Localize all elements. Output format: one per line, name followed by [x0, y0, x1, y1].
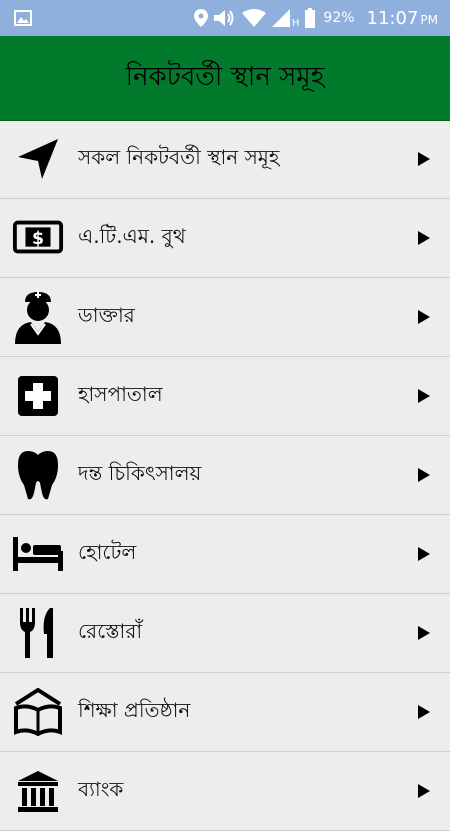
- chevron-right-icon: [418, 626, 430, 640]
- page-title: নিকটবর্তী স্থান সমূহ: [125, 62, 325, 92]
- list-item-education[interactable]: শিক্ষা প্রতিষ্ঠান: [0, 673, 450, 752]
- list-item-label: ডাক্তার: [78, 302, 135, 327]
- chevron-right-icon: [418, 547, 430, 561]
- list-item-doctor[interactable]: ডাক্তার: [0, 278, 450, 357]
- svg-text:$: $: [32, 229, 44, 249]
- status-indicators: H 92% 11:07 PM: [188, 0, 438, 36]
- app-bar: নিকটবর্তী স্থান সমূহ: [0, 36, 450, 121]
- volume-icon: [213, 9, 236, 27]
- hospital-cross-icon: [12, 366, 64, 426]
- list-item-label: রেস্তোরাঁ: [78, 618, 143, 643]
- cell-signal-icon: [271, 9, 290, 27]
- list-item-all-nearby[interactable]: সকল নিকটবর্তী স্থান সমূহ: [0, 120, 450, 199]
- list-item-restaurant[interactable]: রেস্তোরাঁ: [0, 594, 450, 673]
- chevron-right-icon: [418, 310, 430, 324]
- bank-icon: [12, 761, 64, 821]
- clock-ampm: PM: [420, 12, 438, 27]
- list-item-label: এ.টি.এম. বুথ: [78, 223, 186, 248]
- list-item-bank[interactable]: ব্যাংক: [0, 752, 450, 831]
- fork-knife-icon: [12, 603, 64, 663]
- tooth-icon: [12, 445, 64, 505]
- battery-icon: [305, 8, 316, 28]
- list-item-label: সকল নিকটবর্তী স্থান সমূহ: [78, 144, 280, 169]
- list-item-hospital[interactable]: হাসপাতাল: [0, 357, 450, 436]
- chevron-right-icon: [418, 468, 430, 482]
- list-item-atm-booth[interactable]: $ এ.টি.এম. বুথ: [0, 199, 450, 278]
- list-item-label: শিক্ষা প্রতিষ্ঠান: [78, 697, 191, 722]
- doctor-icon: [12, 287, 64, 347]
- gallery-notification-icon: [14, 9, 32, 31]
- book-icon: [12, 682, 64, 742]
- battery-percent: 92%: [323, 10, 355, 26]
- list-item-dental[interactable]: দন্ত চিকিৎসালয়: [0, 436, 450, 515]
- navigation-arrow-icon: [12, 129, 64, 189]
- list-item-label: দন্ত চিকিৎসালয়: [78, 460, 202, 485]
- network-type: H: [291, 17, 300, 29]
- list-item-hotel[interactable]: হোটেল: [0, 515, 450, 594]
- chevron-right-icon: [418, 705, 430, 719]
- chevron-right-icon: [418, 389, 430, 403]
- place-category-list: সকল নিকটবর্তী স্থান সমূহ $ এ.টি.এম. বুথ …: [0, 120, 450, 831]
- chevron-right-icon: [418, 152, 430, 166]
- clock: 11:07: [366, 7, 419, 29]
- bed-icon: [12, 524, 64, 584]
- chevron-right-icon: [418, 231, 430, 245]
- status-bar: H 92% 11:07 PM: [0, 0, 450, 36]
- chevron-right-icon: [418, 784, 430, 798]
- location-icon: [193, 9, 208, 27]
- cash-icon: $: [12, 208, 64, 268]
- wifi-icon: [241, 9, 266, 27]
- list-item-label: হোটেল: [78, 539, 137, 564]
- list-item-label: হাসপাতাল: [78, 381, 163, 406]
- list-item-label: ব্যাংক: [78, 776, 124, 801]
